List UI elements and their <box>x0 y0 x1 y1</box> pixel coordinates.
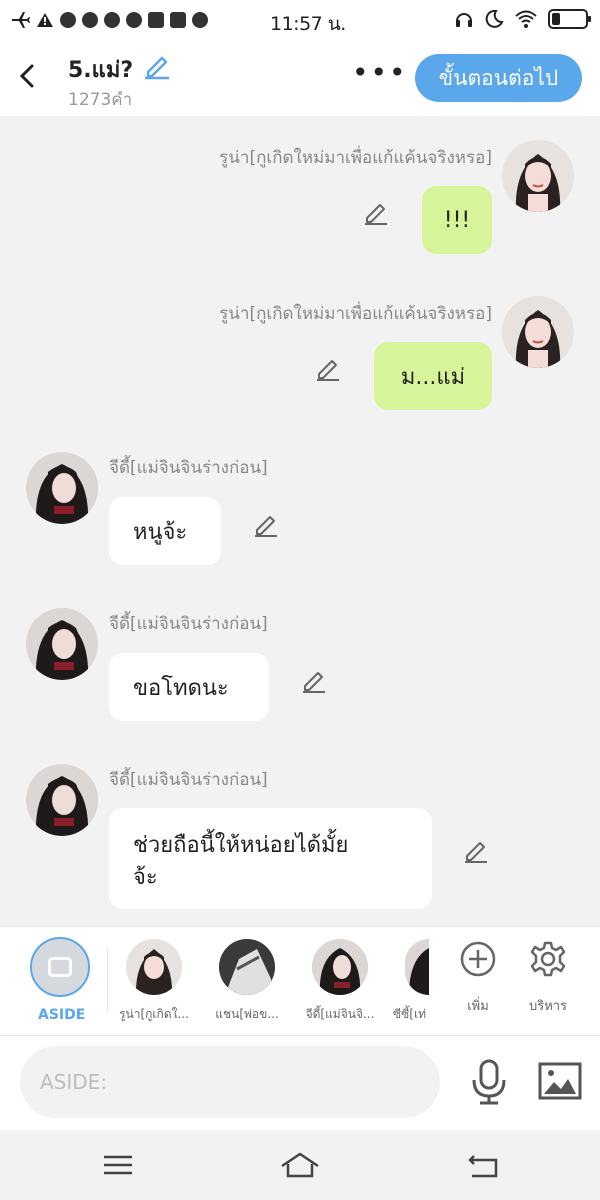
character-item[interactable]: รูน่า[กูเกิดใ... <box>119 939 189 1021</box>
chat-header: 5.แม่? 1273คำ ••• ขั้นตอนต่อไป <box>0 40 600 116</box>
sender-name: รูน่า[กูเกิดใหม่มาเพื่อแก้แค้นจริงหรอ] <box>219 148 492 168</box>
message-bubble[interactable]: ม...แม่ <box>374 342 492 410</box>
sender-name: รูน่า[กูเกิดใหม่มาเพื่อแก้แค้นจริงหรอ] <box>219 304 492 324</box>
aside-label: ASIDE <box>38 1007 86 1023</box>
avatar <box>405 939 429 995</box>
back-nav-icon[interactable] <box>464 1150 504 1180</box>
sender-name: จีดี้[แม่จินจินร่างก่อน] <box>109 458 268 478</box>
home-icon[interactable] <box>280 1150 320 1180</box>
back-button[interactable] <box>14 60 42 92</box>
avatar[interactable] <box>26 452 98 524</box>
message-text: จ้ะ <box>133 865 158 890</box>
page-title: 5.แม่? <box>68 58 134 83</box>
mail-icon <box>148 12 164 28</box>
manage-button[interactable]: บริหาร <box>518 939 578 1016</box>
character-name: ซีซี้[เท่ <box>393 1007 426 1021</box>
edit-message-icon[interactable] <box>252 510 280 538</box>
avatar[interactable] <box>26 764 98 836</box>
chat-bubble-icon <box>48 957 72 977</box>
character-item[interactable]: จีดี้[แม่จินจิ... <box>306 939 374 1021</box>
menu-icon[interactable] <box>98 1150 138 1180</box>
message-bubble[interactable]: !!! <box>422 186 492 254</box>
image-icon[interactable] <box>534 1060 586 1104</box>
voice-recorder-icon <box>170 12 186 28</box>
character-name: แชน[พ่อข... <box>215 1007 279 1021</box>
battery-icon <box>548 9 591 29</box>
status-bar: 11:57 น. <box>0 0 600 40</box>
message-text: ช่วยถือนี้ให้หน่อยได้มั้ย <box>133 833 349 858</box>
edit-message-icon[interactable] <box>314 354 342 382</box>
character-item[interactable]: แชน[พ่อข... <box>215 939 279 1021</box>
system-icons <box>454 9 591 29</box>
character-name: รูน่า[กูเกิดใ... <box>119 1007 189 1021</box>
gear-icon <box>530 941 566 977</box>
airplane-icon <box>12 12 30 28</box>
next-step-button[interactable]: ขั้นตอนต่อไป <box>415 54 582 102</box>
add-label: เพิ่ม <box>467 999 489 1014</box>
add-character-button[interactable]: เพิ่ม <box>448 939 508 1016</box>
headphones-icon <box>456 13 472 27</box>
aside-input[interactable] <box>20 1046 440 1118</box>
chat-area[interactable]: รูน่า[กูเกิดใหม่มาเพื่อแก้แค้นจริงหรอ] !… <box>0 116 600 926</box>
notification-icons <box>10 11 208 29</box>
manage-label: บริหาร <box>528 999 568 1014</box>
sender-name: จีดี้[แม่จินจินร่างก่อน] <box>109 770 268 790</box>
message-bubble[interactable]: ขอโทดนะ <box>109 653 269 721</box>
edit-message-icon[interactable] <box>300 666 328 694</box>
chrome-icon <box>82 12 98 28</box>
character-tray: ASIDE รูน่า[กูเกิดใ... แชน[พ่อข... จีดี้… <box>0 926 600 1036</box>
wifi-icon <box>515 10 537 28</box>
aside-button[interactable] <box>30 937 90 997</box>
character-item[interactable]: ซีซี้[เท่ <box>393 939 429 1021</box>
status-time: 11:57 น. <box>270 13 346 35</box>
message-bubble[interactable]: ช่วยถือนี้ให้หน่อยได้มั้ย จ้ะ <box>109 808 432 909</box>
chrome-icon <box>104 12 120 28</box>
microphone-icon[interactable] <box>466 1058 512 1106</box>
avatar <box>312 939 368 995</box>
messenger-icon <box>60 12 76 28</box>
avatar <box>126 939 182 995</box>
avatar[interactable] <box>502 296 574 368</box>
plus-circle-icon <box>460 941 496 977</box>
avatar[interactable] <box>26 608 98 680</box>
edit-title-icon[interactable] <box>142 50 172 80</box>
avatar <box>219 939 275 995</box>
edit-message-icon[interactable] <box>362 198 390 226</box>
more-options-button[interactable]: ••• <box>352 58 406 88</box>
hand-icon <box>192 12 208 28</box>
word-count: 1273คำ <box>68 90 133 110</box>
character-name: จีดี้[แม่จินจิ... <box>305 1007 375 1021</box>
input-row <box>0 1036 600 1130</box>
message-bubble[interactable]: หนูจ้ะ <box>109 497 221 565</box>
warning-icon <box>37 13 53 27</box>
sender-name: จีดี้[แม่จินจินร่างก่อน] <box>109 614 268 634</box>
divider <box>107 947 108 1013</box>
moon-icon <box>485 9 504 28</box>
chrome-icon <box>126 12 142 28</box>
edit-message-icon[interactable] <box>462 836 490 864</box>
avatar[interactable] <box>502 140 574 212</box>
system-nav-bar <box>0 1130 600 1200</box>
